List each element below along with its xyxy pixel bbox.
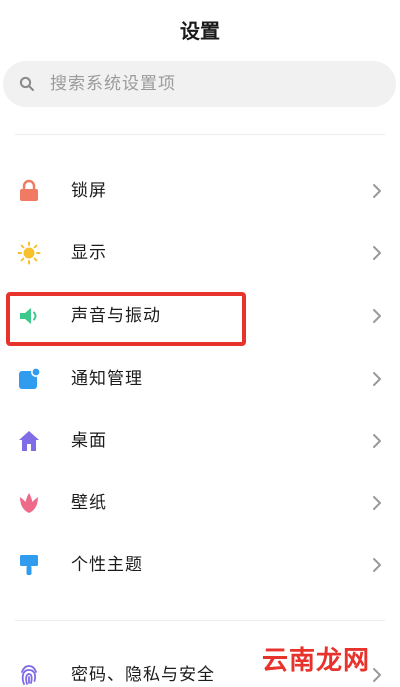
settings-item-themes[interactable]: 个性主题 — [0, 538, 400, 592]
page-title: 设置 — [180, 19, 220, 43]
settings-item-display[interactable]: 显示 — [0, 226, 400, 280]
highlight-annotation-box — [6, 292, 246, 346]
search-bar[interactable]: 搜索系统设置项 — [3, 61, 396, 107]
settings-item-label: 显示 — [71, 243, 107, 263]
chevron-right-icon — [373, 246, 381, 260]
settings-item-notifications[interactable]: 通知管理 — [0, 352, 400, 406]
settings-item-label: 密码、隐私与安全 — [71, 665, 215, 685]
fingerprint-icon — [21, 665, 37, 685]
settings-item-label: 桌面 — [71, 431, 107, 451]
chevron-right-icon — [373, 434, 381, 448]
search-icon — [19, 76, 34, 91]
divider — [15, 134, 385, 135]
home-icon — [19, 431, 39, 451]
settings-item-label: 个性主题 — [71, 555, 143, 575]
chevron-right-icon — [373, 372, 381, 386]
search-placeholder: 搜索系统设置项 — [50, 74, 176, 94]
lock-icon — [20, 179, 38, 201]
chevron-right-icon — [373, 668, 381, 682]
divider — [15, 620, 385, 621]
settings-item-wallpaper[interactable]: 壁纸 — [0, 476, 400, 530]
paintbrush-icon — [20, 555, 38, 575]
settings-item-label: 锁屏 — [71, 181, 107, 201]
chevron-right-icon — [373, 184, 381, 198]
sun-icon — [17, 241, 41, 265]
settings-item-lock-screen[interactable]: 锁屏 — [0, 164, 400, 218]
tulip-icon — [20, 493, 38, 513]
watermark-logo: 云南龙网 — [262, 646, 371, 676]
notification-icon — [19, 367, 41, 389]
settings-item-label: 通知管理 — [71, 369, 143, 389]
chevron-right-icon — [373, 558, 381, 572]
settings-screen: 设置 搜索系统设置项 锁屏 显示 声音与振动 通知管理 桌面 壁纸 个性主题 密… — [0, 0, 400, 687]
chevron-right-icon — [373, 496, 381, 510]
settings-item-desktop[interactable]: 桌面 — [0, 414, 400, 468]
settings-item-label: 壁纸 — [71, 493, 107, 513]
chevron-right-icon — [373, 309, 381, 323]
